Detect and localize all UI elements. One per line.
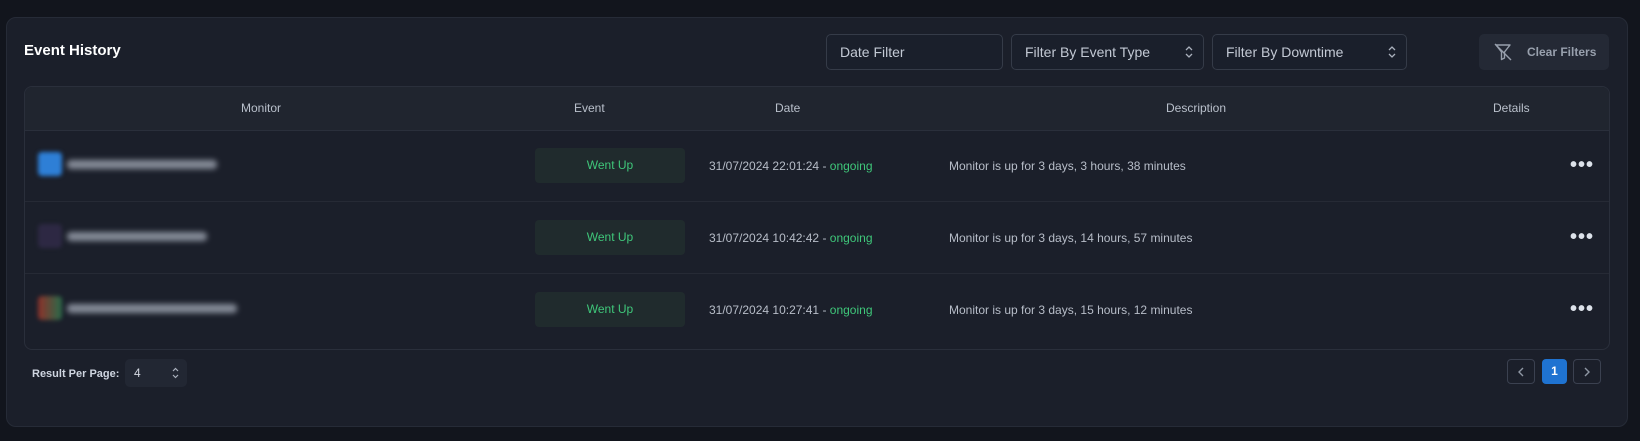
event-type-label: Filter By Event Type [1025,44,1151,60]
event-badge: Went Up [535,292,685,327]
next-page-button[interactable] [1573,359,1601,384]
date-filter-input[interactable]: Date Filter [826,34,1003,70]
more-horizontal-icon[interactable]: ••• [1570,298,1594,321]
header-details: Details [1493,101,1530,115]
events-table: Monitor Event Date Description Details W… [24,86,1610,350]
event-description: Monitor is up for 3 days, 15 hours, 12 m… [949,303,1193,317]
monitor-favicon-icon [38,296,62,320]
header-description: Description [1166,101,1227,115]
status-ongoing: ongoing [829,231,873,245]
filter-off-icon [1494,43,1512,61]
result-per-page-value: 4 [134,366,141,380]
more-horizontal-icon[interactable]: ••• [1570,154,1594,177]
event-date: 31/07/2024 10:42:42 - ongoing [709,231,873,245]
chevron-up-down-icon [172,367,179,379]
clear-filters-button[interactable]: Clear Filters [1479,34,1609,70]
monitor-name-redacted [67,304,237,313]
event-description: Monitor is up for 3 days, 3 hours, 38 mi… [949,159,1186,173]
monitor-name-redacted [67,232,207,241]
event-type-select[interactable]: Filter By Event Type [1011,34,1204,70]
table-row[interactable]: Went Up 31/07/2024 22:01:24 - ongoing Mo… [25,130,1609,202]
chevron-right-icon [1584,367,1590,377]
downtime-select[interactable]: Filter By Downtime [1212,34,1407,70]
header-date: Date [775,101,801,115]
event-badge: Went Up [535,220,685,255]
downtime-label: Filter By Downtime [1226,44,1344,60]
event-date: 31/07/2024 10:27:41 - ongoing [709,303,873,317]
event-history-panel: Event History Date Filter Filter By Even… [6,17,1628,427]
table-row[interactable]: Went Up 31/07/2024 10:27:41 - ongoing Mo… [25,274,1609,346]
date-filter-placeholder: Date Filter [840,44,905,60]
monitor-name-redacted [67,160,217,169]
event-description: Monitor is up for 3 days, 14 hours, 57 m… [949,231,1193,245]
chevron-left-icon [1518,367,1524,377]
page-button-current[interactable]: 1 [1542,359,1567,384]
monitor-favicon-icon [38,224,62,248]
event-badge: Went Up [535,148,685,183]
chevron-up-down-icon [1185,46,1193,58]
clear-filters-label: Clear Filters [1527,45,1597,59]
chevron-up-down-icon [1388,46,1396,58]
result-per-page-label: Result Per Page: [32,368,120,380]
prev-page-button[interactable] [1507,359,1535,384]
header-event: Event [574,101,605,115]
monitor-favicon-icon [38,152,62,176]
header-monitor: Monitor [241,101,282,115]
result-per-page-select[interactable]: 4 [125,359,187,387]
more-horizontal-icon[interactable]: ••• [1570,226,1594,249]
status-ongoing: ongoing [829,303,873,317]
status-ongoing: ongoing [829,159,873,173]
table-header: Monitor Event Date Description Details [25,87,1609,131]
page-title: Event History [24,42,121,59]
event-date: 31/07/2024 22:01:24 - ongoing [709,159,873,173]
table-row[interactable]: Went Up 31/07/2024 10:42:42 - ongoing Mo… [25,202,1609,274]
